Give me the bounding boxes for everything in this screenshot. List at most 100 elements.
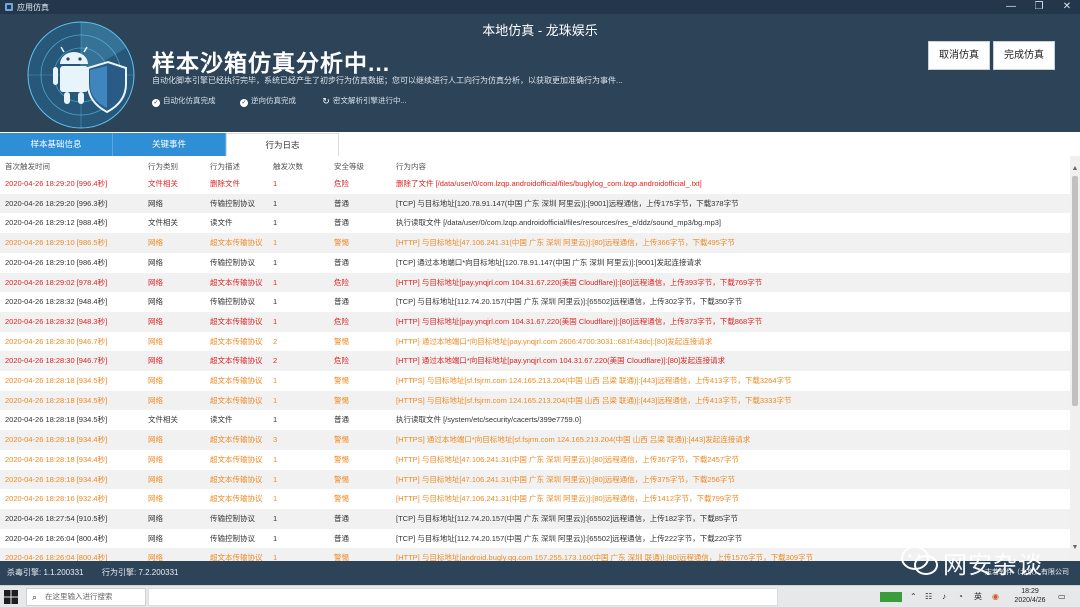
check-circle-icon: ✓ — [240, 99, 248, 107]
cell-behavior-content: [HTTPS] 与目标地址[sf.fsjrm.com 124.165.213.2… — [396, 395, 792, 405]
table-row[interactable]: 2020-04-26 18:29:20 [996.3秒] 网络 传输控制协议 1 普通 [… — [0, 193, 1070, 214]
table-row[interactable]: 2020-04-26 18:28:30 [946.7秒] 网络 超文本传输协议 2 警惕… — [0, 332, 1070, 352]
cell-first-trigger-time: 2020-04-26 18:29:10 [986.4秒] — [5, 257, 108, 267]
cell-behavior-content: [TCP] 与目标地址[112.74.20.157(中国 广东 深圳 阿里云)]… — [396, 513, 739, 523]
table-row[interactable]: 2020-04-26 18:29:12 [988.4秒] 文件相关 读文件 1 普通 执行… — [0, 213, 1070, 233]
window-titlebar: 应用仿真 — ❐ ✕ — [0, 0, 1080, 14]
step-label: 密文解析引擎进行中... — [333, 96, 407, 105]
cell-description: 超文本传输协议 — [210, 435, 263, 445]
tab-sample-basic-info[interactable]: 样本基础信息 — [0, 133, 113, 156]
cell-category: 网络 — [148, 257, 163, 267]
cell-first-trigger-time: 2020-04-26 18:28:18 [934.5秒] — [5, 395, 108, 405]
clock-date: 2020/4/26 — [1014, 597, 1046, 604]
table-row[interactable]: 2020-04-26 18:29:02 [978.4秒] 网络 超文本传输协议 1 危险… — [0, 272, 1070, 293]
tray-chevron-icon[interactable]: ⌃ — [910, 586, 917, 607]
tab-behavior-log[interactable]: 行为日志 — [226, 133, 339, 156]
cell-first-trigger-time: 2020-04-26 18:28:32 [948.4秒] — [5, 297, 108, 307]
search-placeholder: 在这里输入进行搜索 — [45, 592, 113, 601]
cell-trigger-count: 2 — [273, 336, 278, 346]
table-row[interactable]: 2020-04-26 18:28:16 [932.4秒] 网络 超文本传输协议 1 警惕… — [0, 489, 1070, 509]
cell-description: 超文本传输协议 — [210, 454, 263, 464]
cell-description: 超文本传输协议 — [210, 494, 263, 504]
cancel-simulation-button[interactable]: 取消仿真 — [928, 41, 990, 70]
column-header-security-level[interactable]: 安全等级 — [334, 161, 394, 172]
tab-key-events[interactable]: 关键事件 — [113, 133, 226, 156]
security-app-icon[interactable]: ◉ — [992, 586, 999, 607]
step-auto-simulation: ✓ 自动化仿真完成 — [152, 95, 216, 107]
close-button[interactable]: ✕ — [1052, 0, 1080, 14]
taskbar-apps-area[interactable] — [148, 588, 778, 606]
cell-trigger-count: 1 — [273, 454, 278, 464]
step-reverse-simulation: ✓ 逆向仿真完成 — [240, 95, 296, 107]
finish-simulation-button[interactable]: 完成仿真 — [993, 41, 1055, 70]
table-row[interactable]: 2020-04-26 18:28:18 [934.5秒] 网络 超文本传输协议 1 警惕… — [0, 390, 1070, 411]
table-row[interactable]: 2020-04-26 18:28:32 [948.4秒] 网络 传输控制协议 1 普通 [… — [0, 292, 1070, 312]
cell-first-trigger-time: 2020-04-26 18:28:30 [946.7秒] — [5, 356, 108, 366]
cell-description: 读文件 — [210, 415, 233, 425]
table-row[interactable]: 2020-04-26 18:28:18 [934.5秒] 网络 超文本传输协议 1 警惕… — [0, 371, 1070, 391]
cell-trigger-count: 1 — [273, 238, 278, 248]
cell-description: 超文本传输协议 — [210, 553, 263, 561]
cell-trigger-count: 1 — [273, 415, 278, 425]
ime-icon[interactable]: 英 — [974, 586, 982, 607]
cell-trigger-count: 1 — [273, 297, 278, 307]
column-header-description[interactable]: 行为描述 — [210, 161, 270, 172]
step-cipher-parsing: ↻ 密文解析引擎进行中... — [322, 95, 407, 106]
table-row[interactable]: 2020-04-26 18:28:18 [934.4秒] 网络 超文本传输协议 1 警惕… — [0, 469, 1070, 490]
table-row[interactable]: 2020-04-26 18:28:18 [934.5秒] 文件相关 读文件 1 普通 执行… — [0, 410, 1070, 430]
cell-first-trigger-time: 2020-04-26 18:29:10 [986.5秒] — [5, 238, 108, 248]
cell-category: 文件相关 — [148, 218, 178, 228]
notification-icon[interactable]: ▭ — [1058, 586, 1066, 607]
wifi-icon[interactable]: ◔ — [958, 586, 963, 607]
taskbar-clock[interactable]: 18:29 2020/4/26 — [1010, 587, 1050, 605]
cell-behavior-content: [TCP] 与目标地址[120.78.91.147(中国 广东 深圳 阿里云)]… — [396, 198, 739, 208]
cell-security-level: 警惕 — [334, 336, 349, 346]
cell-security-level: 警惕 — [334, 376, 349, 385]
page-heading: 样本沙箱仿真分析中... — [152, 50, 391, 76]
volume-icon[interactable]: ♪ — [942, 586, 946, 607]
table-row[interactable]: 2020-04-26 18:28:18 [934.4秒] 网络 超文本传输协议 1 警惕… — [0, 450, 1070, 470]
cell-behavior-content: 执行读取文件 [/system/etc/security/cacerts/399… — [396, 415, 582, 425]
column-header-behavior-content[interactable]: 行为内容 — [396, 161, 1066, 172]
cell-description: 超文本传输协议 — [210, 336, 263, 346]
cell-security-level: 危险 — [334, 277, 349, 287]
battery-icon[interactable] — [880, 592, 902, 602]
cell-behavior-content: 删除了文件 [/data/user/0/com.lzqp.androidoffi… — [396, 179, 702, 188]
column-header-first-trigger-time[interactable]: 首次触发时间 — [5, 161, 145, 172]
windows-start-icon[interactable] — [4, 590, 18, 604]
cell-category: 文件相关 — [148, 179, 178, 188]
vertical-scrollbar[interactable]: ▲ ▼ — [1070, 156, 1080, 561]
watermark-text: 网安杂谈 — [943, 552, 1043, 579]
scroll-down-icon[interactable]: ▼ — [1070, 543, 1080, 553]
table-row[interactable]: 2020-04-26 18:28:32 [948.3秒] 网络 超文本传输协议 1 危险… — [0, 311, 1070, 332]
column-header-trigger-count[interactable]: 触发次数 — [273, 161, 333, 172]
cell-security-level: 危险 — [334, 316, 349, 326]
column-header-category[interactable]: 行为类别 — [148, 161, 208, 172]
minimize-button[interactable]: — — [996, 0, 1026, 14]
cell-security-level: 警惕 — [334, 553, 349, 561]
cell-category: 网络 — [148, 513, 163, 523]
cell-category: 网络 — [148, 474, 163, 484]
table-row[interactable]: 2020-04-26 18:28:30 [946.7秒] 网络 超文本传输协议 2 危险… — [0, 351, 1070, 371]
cell-category: 网络 — [148, 198, 163, 208]
cell-first-trigger-time: 2020-04-26 18:29:20 [996.4秒] — [5, 179, 108, 188]
cell-description: 超文本传输协议 — [210, 316, 263, 326]
table-row[interactable]: 2020-04-26 18:29:10 [986.4秒] 网络 传输控制协议 1 普通 [… — [0, 253, 1070, 273]
cell-behavior-content: [HTTP] 与目标地址[47.106.241.31(中国 广东 深圳 阿里云)… — [396, 474, 735, 484]
scrollbar-thumb[interactable] — [1072, 176, 1078, 406]
cell-first-trigger-time: 2020-04-26 18:28:30 [946.7秒] — [5, 336, 108, 346]
table-row[interactable]: 2020-04-26 18:29:10 [986.5秒] 网络 超文本传输协议 1 警惕… — [0, 233, 1070, 253]
network-icon[interactable]: ☷ — [925, 586, 932, 607]
analysis-description: 自动化脚本引擎已经执行完毕，系统已经产生了初步行为仿真数据；您可以继续进行人工向… — [152, 76, 623, 85]
table-row[interactable]: 2020-04-26 18:28:18 [934.4秒] 网络 超文本传输协议 3 警惕… — [0, 430, 1070, 450]
scroll-up-icon[interactable]: ▲ — [1070, 164, 1080, 174]
table-row[interactable]: 2020-04-26 18:29:20 [996.4秒] 文件相关 删除文件 1 危险 删… — [0, 174, 1070, 194]
cell-trigger-count: 1 — [273, 179, 278, 188]
table-row[interactable]: 2020-04-26 18:27:54 [910.5秒] 网络 传输控制协议 1 普通 [… — [0, 508, 1070, 529]
cell-description: 超文本传输协议 — [210, 238, 263, 248]
maximize-button[interactable]: ❐ — [1024, 0, 1054, 14]
cell-behavior-content: [HTTP] 与目标地址[pay.ynqjrl.com 104.31.67.22… — [396, 316, 763, 326]
taskbar-search-input[interactable]: ⌕ 在这里输入进行搜索 — [26, 588, 146, 606]
cell-description: 超文本传输协议 — [210, 376, 263, 385]
cell-first-trigger-time: 2020-04-26 18:28:32 [948.3秒] — [5, 316, 108, 326]
